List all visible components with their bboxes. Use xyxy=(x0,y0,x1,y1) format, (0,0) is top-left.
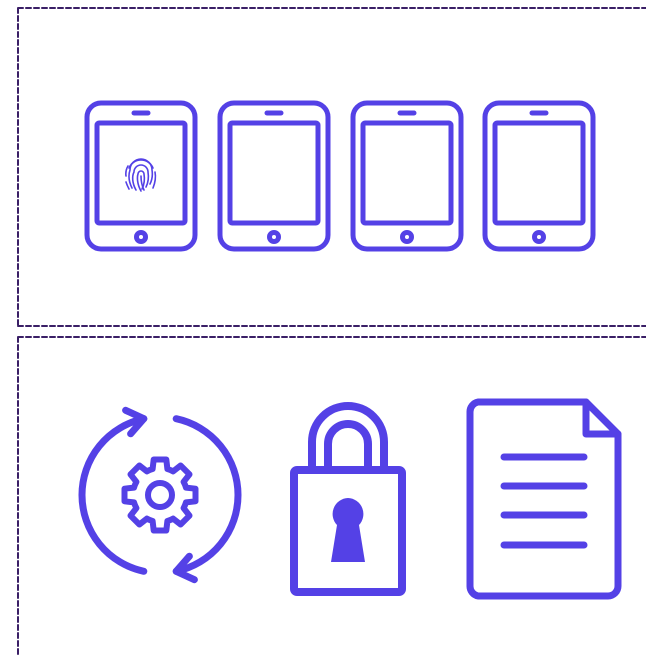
document-icon xyxy=(466,398,622,600)
padlock-icon xyxy=(290,402,406,596)
sync-gear-icon xyxy=(78,406,242,584)
fingerprint-icon xyxy=(125,158,157,192)
tablet-icon xyxy=(482,100,596,252)
tablet-row xyxy=(0,0,646,330)
tablet-icon xyxy=(350,100,464,252)
tablet-icon xyxy=(217,100,331,252)
tablet-fingerprint-icon xyxy=(84,100,198,252)
